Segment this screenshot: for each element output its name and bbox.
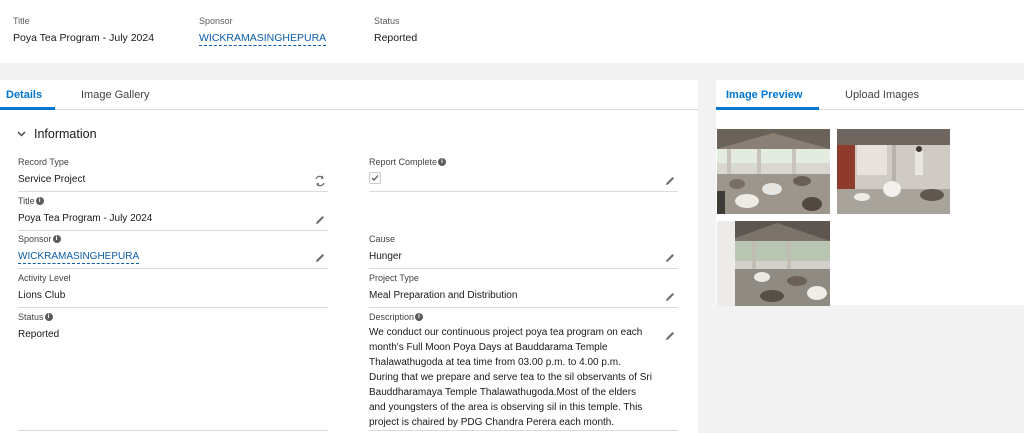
status-field: Status i Reported	[18, 312, 328, 432]
header-title-field: Title Poya Tea Program - July 2024	[13, 16, 154, 44]
status-value: Reported	[18, 329, 60, 340]
description-value: We conduct our continuous project poya t…	[369, 325, 678, 430]
header-sponsor-link[interactable]: WICKRAMASINGHEPURA	[199, 32, 327, 46]
cause-value: Hunger	[369, 251, 402, 262]
record-type-value: Service Project	[18, 174, 86, 185]
chevron-down-icon	[17, 129, 27, 140]
description-label-text: Description	[369, 312, 415, 322]
info-icon[interactable]: i	[44, 313, 53, 321]
info-icon[interactable]: i	[35, 197, 44, 205]
title-label: Title i	[18, 196, 328, 206]
description-line: and youngsters of the area is observing …	[369, 402, 643, 413]
sponsor-label-text: Sponsor	[18, 234, 52, 244]
title-label-text: Title	[18, 196, 35, 206]
active-tab-indicator	[716, 107, 819, 110]
header-sponsor-field: Sponsor WICKRAMASINGHEPURA	[199, 16, 327, 46]
description-label: Description i	[369, 312, 678, 322]
image-thumbnail[interactable]	[717, 129, 830, 214]
sponsor-link[interactable]: WICKRAMASINGHEPURA	[18, 251, 140, 264]
header-status-value: Reported	[374, 32, 418, 44]
pencil-icon[interactable]	[664, 330, 676, 342]
image-thumbnail[interactable]	[837, 129, 950, 214]
record-type-field: Record Type Service Project	[18, 157, 328, 192]
details-tabs: Details Image Gallery	[0, 80, 698, 110]
project-type-label: Project Type	[369, 273, 419, 283]
pencil-icon[interactable]	[314, 252, 326, 264]
status-label-text: Status	[18, 312, 44, 322]
title-value: Poya Tea Program - July 2024	[18, 213, 153, 224]
pencil-icon[interactable]	[664, 291, 676, 303]
change-record-type-icon[interactable]	[314, 175, 326, 187]
tab-upload-images[interactable]: Upload Images	[845, 89, 919, 101]
description-line: Bauddharamaya Temple Thalawathugoda.Most…	[369, 387, 637, 398]
activity-level-label: Activity Level	[18, 273, 71, 283]
info-icon[interactable]: i	[415, 313, 424, 321]
header-status-label: Status	[374, 16, 400, 26]
active-tab-indicator	[0, 107, 55, 110]
project-type-value: Meal Preparation and Distribution	[369, 290, 518, 301]
information-section-header[interactable]: Information	[17, 127, 97, 141]
info-icon[interactable]: i	[438, 158, 447, 166]
activity-level-field: Activity Level Lions Club	[18, 273, 328, 308]
image-thumbnail[interactable]	[717, 221, 830, 306]
record-type-label: Record Type	[18, 157, 69, 167]
tab-image-preview[interactable]: Image Preview	[726, 89, 802, 101]
report-complete-checkbox[interactable]	[369, 172, 381, 184]
status-label: Status i	[18, 312, 328, 322]
description-line: During that we prepare and serve tea to …	[369, 372, 652, 383]
pencil-icon[interactable]	[664, 252, 676, 264]
report-complete-label-text: Report Complete	[369, 157, 438, 167]
report-complete-label: Report Complete i	[369, 157, 678, 167]
tab-image-gallery[interactable]: Image Gallery	[81, 89, 149, 101]
image-panel: Image Preview Upload Images	[716, 80, 1024, 306]
activity-level-value: Lions Club	[18, 290, 66, 301]
description-line: month's Full Moon Poya Days at Bauddaram…	[369, 342, 608, 353]
image-tabs: Image Preview Upload Images	[716, 80, 1024, 110]
header-title-label: Title	[13, 16, 30, 26]
info-icon[interactable]: i	[52, 235, 61, 243]
details-panel: Details Image Gallery Information Record…	[0, 80, 698, 433]
header-status-field: Status Reported	[374, 16, 417, 44]
section-title: Information	[34, 127, 97, 141]
project-type-field: Project Type Meal Preparation and Distri…	[369, 273, 678, 308]
sponsor-label: Sponsor i	[18, 234, 328, 244]
sponsor-field: Sponsor i WICKRAMASINGHEPURA	[18, 234, 328, 269]
checkmark-icon	[371, 175, 379, 181]
description-line: We conduct our continuous project poya t…	[369, 327, 643, 338]
status-divider	[18, 430, 328, 431]
cause-label: Cause	[369, 234, 396, 244]
description-field: Description i We conduct our continuous p…	[369, 312, 678, 431]
description-line: Thalawathugoda at tea time from 03.00 p.…	[369, 357, 621, 368]
header-title-value: Poya Tea Program - July 2024	[13, 32, 155, 44]
pencil-icon[interactable]	[664, 175, 676, 187]
description-line: project is chaired by PDG Chandra Perera…	[369, 417, 615, 428]
tab-details[interactable]: Details	[6, 89, 42, 101]
header-sponsor-label: Sponsor	[199, 16, 233, 26]
pencil-icon[interactable]	[314, 214, 326, 226]
cause-field: Cause Hunger	[369, 234, 678, 269]
report-complete-field: Report Complete i	[369, 157, 678, 192]
title-field: Title i Poya Tea Program - July 2024	[18, 196, 328, 231]
record-header: Title Poya Tea Program - July 2024 Spons…	[0, 0, 1024, 63]
